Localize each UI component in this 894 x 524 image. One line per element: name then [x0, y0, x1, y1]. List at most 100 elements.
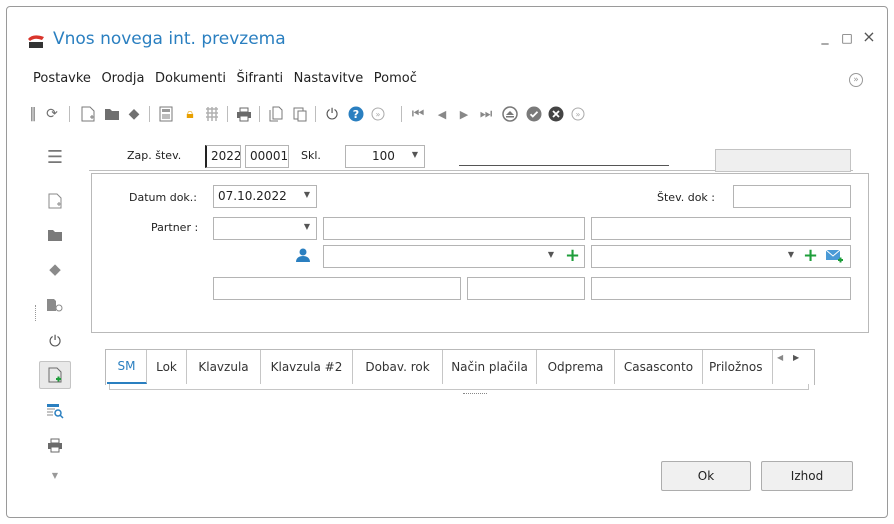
- tab-lok[interactable]: Lok: [147, 350, 187, 384]
- toolbar-separator: [401, 106, 402, 122]
- toolbar-separator: [69, 106, 70, 122]
- menu-orodja[interactable]: Orodja: [101, 71, 144, 86]
- power-icon[interactable]: ⏻: [323, 103, 341, 125]
- tab-klavzula-2[interactable]: Klavzula #2: [261, 350, 353, 384]
- add-contact-icon[interactable]: +: [565, 245, 580, 266]
- status-display: [715, 149, 851, 172]
- partner-detail-field[interactable]: [591, 217, 851, 240]
- help-icon[interactable]: ?: [347, 103, 365, 125]
- sidebar-splitter[interactable]: [35, 305, 36, 321]
- refresh-icon[interactable]: ⟳: [43, 103, 61, 125]
- email-add-icon[interactable]: [825, 248, 843, 267]
- collapse-ribbon-icon[interactable]: »: [849, 73, 863, 87]
- previous-record-icon[interactable]: ◀: [433, 103, 451, 125]
- tab-casasconto[interactable]: Casasconto: [615, 350, 703, 384]
- zap-stev-label: Zap. štev.: [127, 149, 182, 162]
- svg-text:»: »: [576, 110, 581, 119]
- first-record-icon[interactable]: ⏮: [409, 103, 427, 125]
- expand-icon[interactable]: »: [369, 103, 387, 125]
- toolbar-separator: [315, 106, 316, 122]
- extra-field-3[interactable]: [591, 277, 851, 300]
- menu-bar: Postavke Orodja Dokumenti Šifranti Nasta…: [33, 71, 424, 91]
- document-date-field[interactable]: 07.10.2022 ▼: [213, 185, 317, 208]
- folder-icon[interactable]: [39, 221, 71, 249]
- window-title: Vnos novega int. prevzema: [53, 29, 286, 49]
- toolbar-separator: [227, 106, 228, 122]
- document-date-value: 07.10.2022: [218, 189, 287, 203]
- print-icon[interactable]: [235, 103, 253, 125]
- eraser-icon[interactable]: ◆: [125, 103, 143, 125]
- tab-odprema[interactable]: Odprema: [537, 350, 615, 384]
- header-underline: [459, 165, 669, 166]
- more-down-icon[interactable]: ▼: [39, 461, 71, 489]
- tab-klavzula[interactable]: Klavzula: [187, 350, 261, 384]
- chevron-down-icon: ▼: [303, 222, 310, 231]
- stev-dok-label: Štev. dok :: [657, 191, 715, 204]
- warehouse-select[interactable]: 100 ▼: [345, 145, 425, 168]
- folder-icon[interactable]: [103, 103, 121, 125]
- table-search-icon[interactable]: [39, 397, 71, 425]
- copy-icon[interactable]: [267, 103, 285, 125]
- warehouse-value: 100: [372, 149, 395, 163]
- tab-sm[interactable]: SM: [107, 350, 147, 384]
- dialog-window: Vnos novega int. prevzema _ □ × Postavke…: [6, 6, 888, 518]
- menu-sifranti[interactable]: Šifranti: [236, 71, 283, 86]
- datum-dok-label: Datum dok.:: [129, 191, 197, 204]
- paste-icon[interactable]: [291, 103, 309, 125]
- year-field[interactable]: 2022: [205, 145, 241, 168]
- minimize-button[interactable]: _: [815, 29, 835, 45]
- menu-nastavitve[interactable]: Nastavitve: [294, 71, 364, 86]
- tab-priloznosti[interactable]: Priložnos: [703, 350, 773, 384]
- document-number-input[interactable]: [733, 185, 851, 208]
- app-logo-icon: [28, 35, 44, 48]
- tab-dobav-rok[interactable]: Dobav. rok: [353, 350, 443, 384]
- document-tag-icon[interactable]: [39, 291, 71, 319]
- next-record-icon[interactable]: ▶: [455, 103, 473, 125]
- menu-pomoc[interactable]: Pomoč: [374, 71, 417, 86]
- title-bar: Vnos novega int. prevzema _ □ ×: [7, 7, 887, 65]
- document-number-field[interactable]: 00001: [245, 145, 289, 168]
- chevron-down-icon: ▼: [303, 190, 310, 199]
- skl-label: Skl.: [301, 149, 321, 162]
- tab-scroll-left-icon[interactable]: ◀: [777, 353, 783, 362]
- more-icon[interactable]: »: [569, 103, 587, 125]
- last-record-icon[interactable]: ⏭: [477, 103, 495, 125]
- new-document-icon[interactable]: [79, 103, 97, 125]
- hamburger-menu-icon[interactable]: ☰: [39, 143, 71, 171]
- partner-label: Partner :: [151, 221, 199, 234]
- svg-text:»: »: [376, 110, 381, 119]
- partner-name-field[interactable]: [323, 217, 585, 240]
- power-icon[interactable]: ⏻: [39, 327, 71, 355]
- print-icon[interactable]: [39, 431, 71, 459]
- svg-text:?: ?: [353, 108, 359, 121]
- partner-select[interactable]: ▼: [213, 217, 317, 240]
- new-document-icon[interactable]: [39, 187, 71, 215]
- add-address-icon[interactable]: +: [803, 245, 818, 266]
- left-sidebar: ☰ ◆ ⏻ ▼: [35, 143, 75, 483]
- menu-dokumenti[interactable]: Dokumenti: [155, 71, 226, 86]
- exit-button[interactable]: Izhod: [761, 461, 853, 491]
- eject-icon[interactable]: [501, 103, 519, 125]
- contact-select[interactable]: ▼: [323, 245, 585, 268]
- tab-nacin-placila[interactable]: Način plačila: [443, 350, 537, 384]
- eraser-icon[interactable]: ◆: [39, 255, 71, 283]
- main-content: Zap. štev. 2022 00001 Skl. 100 ▼ Datum do…: [87, 137, 869, 397]
- extra-field-2[interactable]: [467, 277, 585, 300]
- toolbar-separator: [149, 106, 150, 122]
- toolbar-separator: [259, 106, 260, 122]
- close-button[interactable]: ×: [859, 27, 879, 46]
- grid-icon[interactable]: [203, 103, 221, 125]
- ok-button[interactable]: Ok: [661, 461, 751, 491]
- cancel-icon[interactable]: [547, 103, 565, 125]
- menu-postavke[interactable]: Postavke: [33, 71, 91, 86]
- extra-field-1[interactable]: [213, 277, 461, 300]
- chevron-down-icon: ▼: [411, 150, 418, 159]
- confirm-icon[interactable]: [525, 103, 543, 125]
- new-item-active-icon[interactable]: [39, 361, 71, 389]
- person-icon[interactable]: [295, 247, 313, 265]
- tab-scroll-right-icon[interactable]: ▶: [793, 353, 799, 362]
- splitter-grip[interactable]: [463, 393, 487, 394]
- calculator-icon[interactable]: [157, 103, 175, 125]
- maximize-button[interactable]: □: [837, 31, 857, 45]
- lock-icon[interactable]: 🔒︎: [181, 103, 199, 125]
